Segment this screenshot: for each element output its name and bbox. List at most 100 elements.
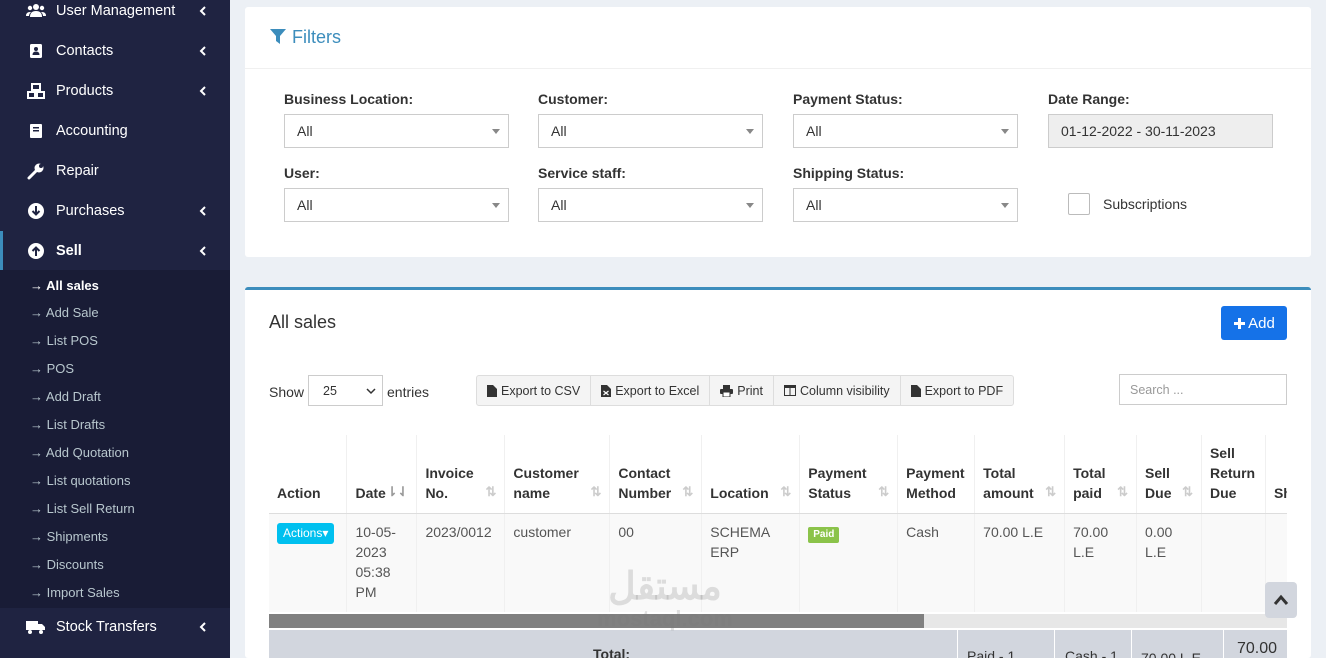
select-value: All (806, 197, 822, 213)
sort-desc-icon: ⇂⇃ (386, 484, 409, 499)
show-label: Show (269, 384, 305, 400)
column-header-contact[interactable]: Contact Number ⇅ (609, 435, 703, 514)
subscriptions-label[interactable]: Subscriptions (1103, 196, 1187, 212)
sidebar-item-label: Accounting (56, 123, 128, 139)
sidebar-item-accounting[interactable]: Accounting (0, 111, 230, 151)
footer-total-paid: 70.00 (1237, 640, 1278, 657)
chevron-left-icon (199, 46, 206, 56)
select-value: All (551, 197, 567, 213)
submenu-item-add-quotation[interactable]: → Add Quotation (30, 445, 129, 460)
customer-select[interactable]: All (538, 114, 763, 148)
submenu-item-list-pos[interactable]: → List POS (30, 333, 98, 348)
sidebar-item-products[interactable]: Products (0, 71, 230, 111)
export-excel-button[interactable]: Export to Excel (591, 376, 711, 405)
sort-icon: ⇅ (1117, 484, 1129, 499)
date-range-label: Date Range: (1048, 91, 1130, 107)
sidebar-item-label: User Management (56, 3, 176, 19)
submenu-item-list-sell-return[interactable]: → List Sell Return (30, 501, 135, 516)
chevron-up-icon (1273, 594, 1289, 605)
submenu-item-pos[interactable]: → POS (30, 361, 74, 376)
column-header-location[interactable]: Location ⇅ (701, 435, 801, 514)
chevron-left-icon (199, 6, 206, 16)
sidebar-item-label: Stock Transfers (56, 619, 157, 635)
export-csv-button[interactable]: Export to CSV (477, 376, 592, 405)
print-button[interactable]: Print (710, 376, 774, 405)
date-range-input[interactable]: 01-12-2022 - 30-11-2023 (1048, 114, 1273, 148)
sort-icon: ⇅ (780, 484, 792, 499)
column-header-payment-status[interactable]: Payment Status ⇅ (799, 435, 899, 514)
sidebar-item-label: Repair (56, 163, 99, 179)
footer-cash-count: Cash - 1 (1065, 648, 1118, 658)
column-header-total-paid[interactable]: Total paid ⇅ (1064, 435, 1138, 514)
payment-status-select[interactable]: All (793, 114, 1018, 148)
submenu-item-list-drafts[interactable]: → List Drafts (30, 417, 105, 432)
horizontal-scrollbar[interactable] (269, 614, 1287, 628)
business-location-label: Business Location: (284, 91, 414, 107)
table-header-row: Action Date ⇂⇃ Invoice No. ⇅ Customer name… (269, 435, 1287, 514)
table-row: Actions▾ 10-05-2023 05:38 PM 2023/0012 c… (269, 513, 1287, 612)
user-select[interactable]: All (284, 188, 509, 222)
plus-icon (1234, 317, 1246, 329)
service-staff-select[interactable]: All (538, 188, 763, 222)
paid-badge[interactable]: Paid (808, 527, 840, 543)
sidebar-item-repair[interactable]: Repair (0, 151, 230, 191)
chevron-down-icon (366, 388, 376, 395)
cell-total-amount: 70.00 L.E (974, 513, 1066, 612)
sidebar-item-label: Sell (56, 243, 82, 259)
sidebar-item-sell[interactable]: Sell (0, 231, 230, 271)
truck-icon (26, 618, 46, 636)
column-header-date[interactable]: Date ⇂⇃ (346, 435, 418, 514)
table-footer-row: Total: Paid - 1 Cash - 1 70.00 L.E 70.00 (269, 630, 1287, 658)
search-input[interactable]: Search ... (1119, 374, 1287, 405)
export-pdf-button[interactable]: Export to PDF (901, 376, 1014, 405)
select-value: All (297, 123, 313, 139)
sidebar-item-contacts[interactable]: Contacts (0, 31, 230, 71)
sidebar-item-stock-transfers[interactable]: Stock Transfers (0, 607, 230, 647)
header-label: Total paid (1073, 465, 1106, 501)
filters-panel: Filters Business Location: All Customer:… (245, 7, 1311, 257)
chevron-left-icon (199, 246, 206, 256)
column-header-payment-method: Payment Method (897, 435, 976, 514)
submenu-item-import-sales[interactable]: → Import Sales (30, 585, 120, 600)
submenu-item-add-draft[interactable]: → Add Draft (30, 389, 101, 404)
header-label: Contact Number (618, 465, 672, 501)
print-icon (720, 384, 734, 397)
column-header-sell-return-due: Sell Return Due (1201, 435, 1266, 514)
sort-icon: ⇅ (590, 484, 602, 499)
add-button[interactable]: Add (1221, 306, 1287, 340)
shipping-status-select[interactable]: All (793, 188, 1018, 222)
column-header-sell-due[interactable]: Sell Due ⇅ (1136, 435, 1202, 514)
user-label: User: (284, 165, 320, 181)
submenu-item-all-sales[interactable]: → All sales (30, 278, 99, 293)
submenu-item-list-quotations[interactable]: → List quotations (30, 473, 130, 488)
submenu-item-discounts[interactable]: → Discounts (30, 557, 104, 572)
cubes-icon (26, 82, 46, 100)
scroll-to-top-button[interactable] (1265, 582, 1297, 618)
cell-total-paid: 70.00 L.E (1064, 513, 1138, 612)
footer-paid-count: Paid - 1 (967, 648, 1016, 658)
column-header-customer[interactable]: Customer name ⇅ (504, 435, 611, 514)
sidebar-item-user-management[interactable]: User Management (0, 0, 230, 31)
submenu-item-shipments[interactable]: → Shipments (30, 529, 108, 544)
page-length-select[interactable]: 25 (308, 375, 383, 406)
filters-header[interactable]: Filters (245, 7, 1311, 69)
column-header-invoice[interactable]: Invoice No. ⇅ (416, 435, 506, 514)
column-header-action: Action (269, 435, 348, 514)
submenu-item-add-sale[interactable]: → Add Sale (30, 305, 99, 320)
caret-down-icon (1001, 203, 1009, 208)
users-icon (26, 2, 46, 20)
subscriptions-checkbox[interactable] (1068, 193, 1090, 215)
sidebar-item-purchases[interactable]: Purchases (0, 191, 230, 231)
column-visibility-button[interactable]: Column visibility (774, 376, 901, 405)
sidebar-item-label: Products (56, 83, 114, 99)
column-header-total-amount[interactable]: Total amount ⇅ (974, 435, 1066, 514)
button-label: Column visibility (799, 383, 890, 398)
page-length-value: 25 (323, 384, 337, 398)
footer-total-label: Total: (593, 646, 631, 658)
file-pdf-icon (910, 384, 921, 397)
footer-total-amount: 70.00 L.E (1141, 650, 1201, 658)
actions-dropdown-button[interactable]: Actions▾ (277, 523, 335, 544)
filter-icon (270, 29, 286, 44)
business-location-select[interactable]: All (284, 114, 509, 148)
caret-down-icon (746, 129, 754, 134)
